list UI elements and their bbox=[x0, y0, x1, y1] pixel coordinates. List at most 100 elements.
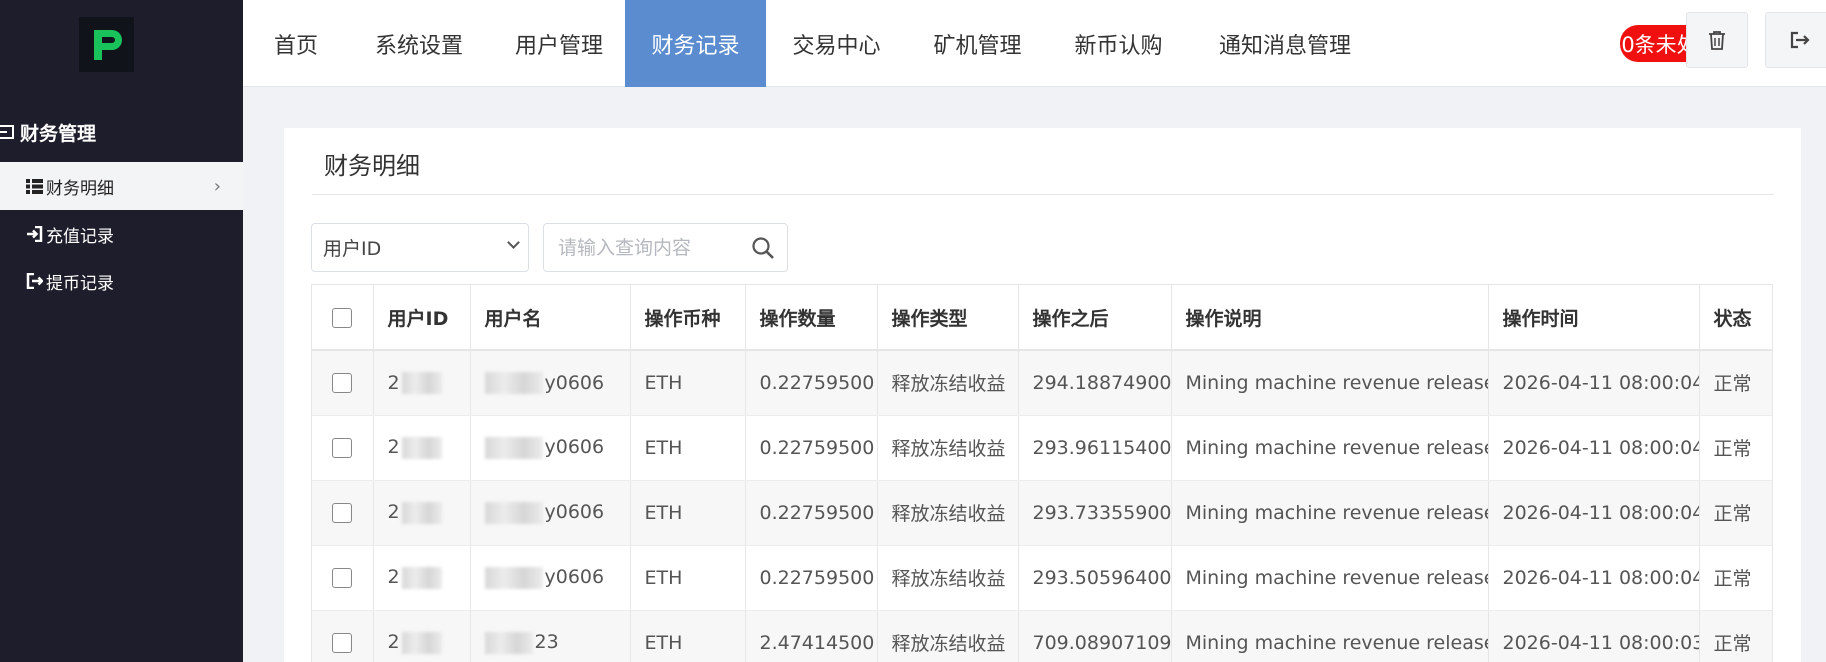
nav-label: 用户管理 bbox=[514, 33, 603, 59]
sign-out-icon bbox=[26, 273, 43, 290]
nav-label: 新币认购 bbox=[1074, 33, 1163, 59]
cell-type: 释放冻结收益 bbox=[877, 480, 1019, 546]
logout-button[interactable] bbox=[1765, 12, 1826, 68]
nav-trade-center[interactable]: 交易中心 bbox=[766, 0, 907, 87]
row-checkbox[interactable] bbox=[332, 438, 353, 458]
redacted-username bbox=[484, 566, 543, 589]
cell-user-id: 2 bbox=[373, 415, 471, 481]
username-visible: y0606 bbox=[544, 566, 605, 589]
sidebar: 财务管理 财务明细 › 充值记录 提币记录 bbox=[0, 0, 243, 662]
row-select-cell bbox=[312, 350, 374, 416]
nav-label: 交易中心 bbox=[792, 33, 881, 59]
cell-user-id: 2 bbox=[373, 545, 471, 611]
cell-coin: ETH bbox=[630, 610, 746, 662]
filter-field-select[interactable]: 用户ID bbox=[311, 223, 529, 272]
nav-system-settings[interactable]: 系统设置 bbox=[349, 0, 489, 87]
cell-status: 正常 bbox=[1699, 610, 1772, 662]
logo[interactable] bbox=[79, 17, 134, 72]
redacted-username bbox=[484, 372, 543, 394]
list-icon bbox=[26, 178, 43, 195]
cell-type: 释放冻结收益 bbox=[877, 415, 1019, 481]
search-input[interactable] bbox=[544, 224, 744, 271]
trash-icon bbox=[1709, 31, 1725, 50]
cell-amount: 0.22759500 bbox=[745, 480, 878, 546]
sidebar-item-withdraw[interactable]: 提币记录 bbox=[0, 257, 243, 305]
col-header-description: 操作说明 bbox=[1171, 285, 1489, 351]
username-visible: y0606 bbox=[544, 501, 605, 524]
redacted-user-id bbox=[401, 436, 442, 459]
row-checkbox[interactable] bbox=[332, 503, 353, 523]
username-visible: y0606 bbox=[544, 371, 605, 394]
cell-username: y0606 bbox=[470, 415, 631, 481]
cell-username: y0606 bbox=[470, 545, 631, 611]
col-header-after: 操作之后 bbox=[1018, 285, 1172, 351]
sidebar-item-recharge[interactable]: 充值记录 bbox=[0, 210, 243, 258]
cell-time: 2026-04-11 08:00:04 bbox=[1488, 545, 1700, 611]
nav-label: 首页 bbox=[273, 33, 318, 59]
cell-time: 2026-04-11 08:00:04 bbox=[1488, 415, 1700, 481]
nav-user-management[interactable]: 用户管理 bbox=[489, 0, 629, 87]
cell-description: Mining machine revenue release bbox=[1171, 415, 1489, 481]
sign-out-icon bbox=[1790, 31, 1810, 49]
content-panel: 财务明细 用户ID 用户ID 用户名 操作币种 操作数量 操作类型 bbox=[284, 128, 1801, 662]
col-header-time: 操作时间 bbox=[1488, 285, 1700, 351]
logo-icon bbox=[93, 29, 122, 60]
cell-user-id: 2 bbox=[373, 480, 471, 546]
sign-in-icon bbox=[26, 226, 43, 243]
row-checkbox[interactable] bbox=[332, 373, 353, 394]
cell-after: 709.08907109 bbox=[1018, 610, 1172, 662]
top-nav: 首页 系统设置 用户管理 财务记录 交易中心 矿机管理 新币认购 通知消息管理 … bbox=[243, 0, 1826, 87]
nav-miner-management[interactable]: 矿机管理 bbox=[907, 0, 1048, 87]
row-select-cell bbox=[312, 610, 374, 662]
nav-new-coin-subscription[interactable]: 新币认购 bbox=[1048, 0, 1189, 87]
table-row: 2 y0606 ETH 0.22759500 释放冻结收益 293.50596400 Min… bbox=[312, 545, 1772, 611]
cell-amount: 2.47414500 bbox=[745, 610, 878, 662]
sidebar-item-label: 充值记录 bbox=[46, 226, 114, 247]
search-icon[interactable] bbox=[751, 236, 775, 260]
cell-after: 293.50596400 bbox=[1018, 545, 1172, 611]
select-all-checkbox[interactable] bbox=[332, 307, 353, 328]
redacted-username bbox=[484, 501, 543, 524]
redacted-user-id bbox=[401, 631, 442, 654]
user-id-visible: 2 bbox=[387, 371, 400, 394]
col-header-coin: 操作币种 bbox=[630, 285, 746, 351]
sidebar-section-finance[interactable]: 财务管理 bbox=[0, 116, 96, 148]
row-checkbox[interactable] bbox=[332, 633, 353, 653]
cell-coin: ETH bbox=[630, 480, 746, 546]
user-id-visible: 2 bbox=[387, 566, 400, 589]
redacted-user-id bbox=[401, 372, 442, 394]
cell-description: Mining machine revenue release bbox=[1171, 545, 1489, 611]
cell-time: 2026-04-11 08:00:04 bbox=[1488, 480, 1700, 546]
nav-label: 矿机管理 bbox=[933, 33, 1022, 59]
table-header-row: 用户ID 用户名 操作币种 操作数量 操作类型 操作之后 操作说明 操作时间 状… bbox=[312, 285, 1772, 351]
cell-status: 正常 bbox=[1699, 480, 1772, 546]
cell-type: 释放冻结收益 bbox=[877, 545, 1019, 611]
cell-description: Mining machine revenue release bbox=[1171, 610, 1489, 662]
cell-description: Mining machine revenue release bbox=[1171, 480, 1489, 546]
nav-home[interactable]: 首页 bbox=[243, 0, 349, 87]
user-id-visible: 2 bbox=[387, 631, 400, 654]
sidebar-item-finance-detail[interactable]: 财务明细 › bbox=[0, 162, 243, 210]
col-header-status: 状态 bbox=[1699, 285, 1772, 351]
select-all-cell bbox=[312, 285, 374, 351]
cell-username: y0606 bbox=[470, 350, 631, 416]
cell-after: 293.96115400 bbox=[1018, 415, 1172, 481]
cell-type: 释放冻结收益 bbox=[877, 610, 1019, 662]
nav-label: 通知消息管理 bbox=[1218, 33, 1351, 59]
cell-status: 正常 bbox=[1699, 415, 1772, 481]
row-checkbox[interactable] bbox=[332, 568, 353, 588]
nav-label: 系统设置 bbox=[374, 33, 463, 59]
cell-coin: ETH bbox=[630, 350, 746, 416]
cell-time: 2026-04-11 08:00:03 bbox=[1488, 610, 1700, 662]
cell-amount: 0.22759500 bbox=[745, 350, 878, 416]
nav-notification-management[interactable]: 通知消息管理 bbox=[1189, 0, 1381, 87]
username-visible: 23 bbox=[534, 631, 559, 654]
nav-finance-records[interactable]: 财务记录 bbox=[625, 0, 766, 87]
chevron-right-icon: › bbox=[213, 176, 221, 197]
cell-coin: ETH bbox=[630, 545, 746, 611]
clear-cache-button[interactable] bbox=[1686, 12, 1748, 68]
col-header-user-id: 用户ID bbox=[373, 285, 471, 351]
user-id-visible: 2 bbox=[387, 436, 400, 459]
cell-after: 294.18874900 bbox=[1018, 350, 1172, 416]
cell-after: 293.73355900 bbox=[1018, 480, 1172, 546]
